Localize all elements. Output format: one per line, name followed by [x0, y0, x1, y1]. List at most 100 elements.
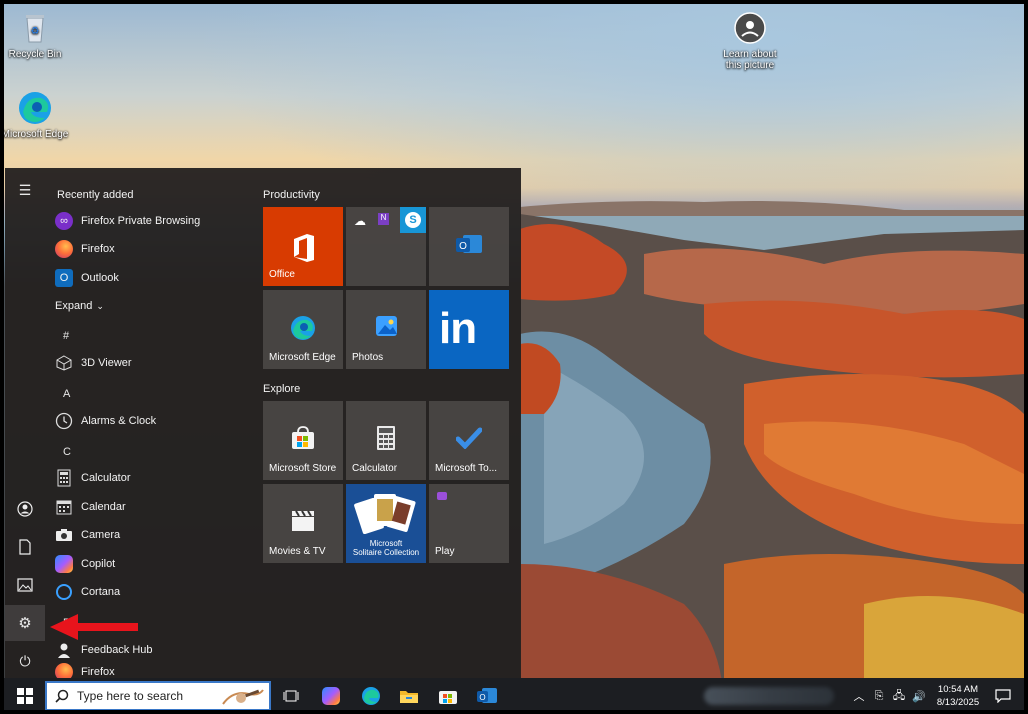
show-hidden-icons-button[interactable]: ︿: [850, 678, 868, 710]
tile-movies-tv[interactable]: Movies & TV: [263, 484, 343, 563]
notifications-button[interactable]: [988, 678, 1018, 710]
app-calendar[interactable]: Calendar: [55, 494, 255, 520]
taskbar: Type here to search O ︿ ⎘ 🖧 🔊 10:54 AM 8…: [4, 678, 1024, 710]
start-rail: ☰ ⚙ ⏻: [5, 168, 45, 678]
camera-icon: [55, 526, 73, 544]
taskbar-file-explorer[interactable]: [390, 678, 428, 710]
copilot-icon: [322, 687, 340, 705]
playing-cards-icon: [354, 494, 416, 534]
clapperboard-icon: [292, 510, 314, 531]
app-outlook[interactable]: O Outlook: [55, 265, 255, 291]
search-icon: [55, 689, 69, 703]
store-icon: [292, 426, 314, 449]
calendar-icon: [55, 498, 73, 516]
system-tray-device-button[interactable]: ⎘: [870, 678, 888, 710]
search-placeholder: Type here to search: [77, 689, 184, 703]
app-3d-viewer[interactable]: 3D Viewer: [55, 350, 255, 376]
onedrive-icon: ☁: [354, 214, 366, 228]
tile-outlook[interactable]: O: [429, 207, 509, 286]
firefox-icon: [55, 663, 73, 678]
pictures-button[interactable]: [5, 567, 45, 603]
app-camera[interactable]: Camera: [55, 522, 255, 548]
tile-calculator[interactable]: Calculator: [346, 401, 426, 480]
taskbar-search-box[interactable]: Type here to search: [45, 681, 271, 710]
notification-icon: [995, 689, 1011, 703]
settings-icon: ⚙: [18, 615, 32, 632]
cube-icon: [55, 354, 73, 372]
volume-button[interactable]: 🔊: [910, 678, 928, 710]
expand-button[interactable]: Expand ⌄: [55, 293, 255, 319]
tile-app-folder[interactable]: ☁ N S: [346, 207, 426, 286]
device-icon: ⎘: [874, 689, 884, 702]
clock-time: 10:54 AM: [937, 684, 979, 695]
tile-photos[interactable]: Photos: [346, 290, 426, 369]
red-arrow-annotation: [50, 614, 138, 640]
app-copilot[interactable]: Copilot: [55, 551, 255, 577]
checkmark-icon: [456, 427, 482, 449]
task-view-icon: [283, 690, 299, 702]
hamburger-button[interactable]: ☰: [5, 172, 45, 208]
user-account-button[interactable]: [5, 491, 45, 527]
taskbar-clock[interactable]: 10:54 AM 8/13/2025: [930, 683, 986, 709]
recently-added-heading: Recently added: [57, 189, 134, 201]
tile-office[interactable]: Office: [263, 207, 343, 286]
app-alarms-clock[interactable]: Alarms & Clock: [55, 408, 255, 434]
desktop-icon-label: Learn about this picture: [723, 49, 777, 71]
app-firefox-private-browsing[interactable]: ∞ Firefox Private Browsing: [55, 208, 255, 234]
app-firefox[interactable]: Firefox: [55, 236, 255, 262]
taskbar-outlook[interactable]: O: [468, 678, 506, 710]
app-cortana[interactable]: Cortana: [55, 579, 255, 605]
network-button[interactable]: 🖧: [890, 678, 908, 710]
copilot-icon: [55, 555, 73, 573]
tile-play[interactable]: Play: [429, 484, 509, 563]
clock-icon: [55, 412, 73, 430]
onenote-icon: N: [378, 213, 389, 225]
app-calculator[interactable]: Calculator: [55, 465, 255, 491]
tile-linkedin[interactable]: in: [429, 290, 509, 369]
pictures-icon: [17, 578, 33, 592]
start-button[interactable]: [6, 678, 44, 710]
explore-heading: Explore: [263, 383, 301, 395]
productivity-heading: Productivity: [263, 189, 320, 201]
recycle-bin-icon: ♻: [17, 10, 53, 46]
documents-button[interactable]: [5, 529, 45, 565]
store-icon: [439, 691, 457, 704]
tile-microsoft-todo[interactable]: Microsoft To...: [429, 401, 509, 480]
desktop-icon-edge[interactable]: Microsoft Edge: [4, 90, 70, 140]
screen: ♻ Recycle Bin Microsoft Edge Learn about…: [4, 4, 1024, 710]
chevron-down-icon: ⌄: [96, 300, 104, 311]
edge-icon: [291, 316, 315, 340]
tile-solitaire[interactable]: Microsoft Solitaire Collection: [346, 484, 426, 563]
app-firefox-2[interactable]: Firefox: [55, 659, 255, 678]
letter-heading-c[interactable]: C: [63, 446, 71, 458]
desktop-icon-label: Recycle Bin: [8, 49, 62, 60]
volume-icon: 🔊: [912, 690, 926, 703]
windows-logo-icon: [17, 688, 33, 704]
clock-date: 8/13/2025: [936, 697, 980, 708]
settings-button[interactable]: ⚙: [5, 605, 45, 641]
tile-microsoft-store[interactable]: Microsoft Store: [263, 401, 343, 480]
blurred-widget[interactable]: [704, 687, 834, 705]
office-icon: [294, 234, 314, 262]
letter-heading-a[interactable]: A: [63, 388, 70, 400]
linkedin-icon: in: [439, 304, 477, 353]
start-menu: ☰ ⚙ ⏻ Recently added ∞ Firefox Private B…: [5, 168, 521, 678]
tile-edge[interactable]: Microsoft Edge: [263, 290, 343, 369]
svg-text:O: O: [479, 693, 485, 702]
task-view-button[interactable]: [272, 678, 310, 710]
taskbar-store[interactable]: [429, 678, 467, 710]
hamburger-icon: ☰: [18, 181, 32, 198]
taskbar-edge[interactable]: [352, 678, 390, 710]
taskbar-copilot[interactable]: [312, 678, 350, 710]
svg-text:O: O: [459, 241, 467, 252]
calculator-icon: [55, 469, 73, 487]
letter-heading-hash[interactable]: #: [63, 330, 69, 342]
firefox-private-icon: ∞: [55, 212, 73, 230]
document-icon: [19, 539, 31, 555]
cortana-icon: [55, 583, 73, 601]
svg-text:♻: ♻: [31, 26, 40, 37]
desktop-icon-learn-about-picture[interactable]: Learn about this picture: [715, 10, 785, 71]
power-button[interactable]: ⏻: [5, 643, 45, 679]
file-explorer-icon: [400, 691, 418, 703]
desktop-icon-recycle-bin[interactable]: ♻ Recycle Bin: [4, 10, 70, 60]
